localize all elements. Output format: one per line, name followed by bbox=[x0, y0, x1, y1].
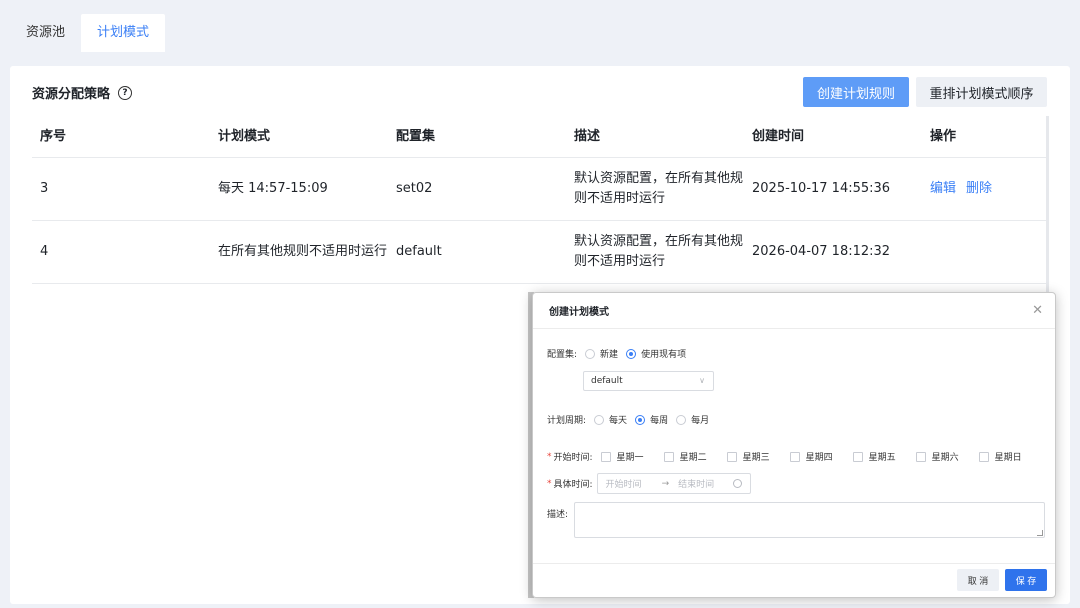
radio-monthly[interactable] bbox=[676, 414, 687, 425]
time-range-picker[interactable]: 开始时间 → 结束时间 bbox=[596, 473, 751, 494]
radio-existing-label[interactable]: 使用现有项 bbox=[641, 347, 686, 360]
arrow-right-icon: → bbox=[661, 478, 670, 489]
cell-config: default bbox=[396, 244, 442, 259]
dialog-title: 创建计划模式 bbox=[549, 307, 609, 318]
cell-desc: 默认资源配置，在所有其他规则不适用时运行 bbox=[574, 234, 744, 269]
weekday-label[interactable]: 星期二 bbox=[680, 450, 707, 463]
weekday-label[interactable]: 星期四 bbox=[806, 450, 833, 463]
required-mark: * bbox=[547, 451, 552, 462]
weekday-label[interactable]: 星期一 bbox=[617, 450, 644, 463]
header-actions: 操作 bbox=[930, 128, 957, 144]
checkbox-sat[interactable] bbox=[915, 451, 926, 462]
create-rule-button[interactable]: 创建计划规则 bbox=[803, 77, 909, 107]
start-day-row: * 开始时间: 星期一 星期二 星期三 星期四 星期五 星期六 星期日 bbox=[547, 450, 1022, 463]
card-title-text: 资源分配策略 bbox=[32, 87, 111, 102]
time-row: * 具体时间: 开始时间 → 结束时间 bbox=[547, 473, 751, 494]
cell-index: 4 bbox=[40, 244, 49, 259]
help-circle-icon[interactable]: ? bbox=[118, 85, 133, 100]
dialog-header: 创建计划模式 ✕ bbox=[533, 293, 1055, 329]
weekday-label[interactable]: 星期六 bbox=[932, 450, 959, 463]
tab-bar: 资源池 计划模式 bbox=[10, 14, 166, 52]
header-desc: 描述 bbox=[574, 128, 601, 144]
config-row: 配置集: 新建 使用现有项 bbox=[547, 347, 686, 360]
header-config: 配置集 bbox=[396, 128, 436, 144]
resize-handle-icon[interactable] bbox=[1037, 530, 1043, 536]
table-row: 4 在所有其他规则不适用时运行 default 默认资源配置，在所有其他规则不适… bbox=[32, 221, 1048, 284]
config-select-value: default bbox=[591, 376, 623, 386]
dialog-footer: 取 消 保 存 bbox=[533, 563, 1055, 598]
cell-config: set02 bbox=[396, 181, 433, 196]
checkbox-fri[interactable] bbox=[852, 451, 863, 462]
desc-textarea[interactable] bbox=[574, 502, 1045, 538]
time-end-placeholder: 结束时间 bbox=[678, 480, 715, 490]
checkbox-sun[interactable] bbox=[978, 451, 989, 462]
config-label: 配置集: bbox=[547, 350, 578, 360]
edit-link[interactable]: 编辑 bbox=[930, 181, 956, 196]
close-icon[interactable]: ✕ bbox=[1032, 303, 1043, 318]
period-row: 计划周期: 每天 每周 每月 bbox=[547, 413, 709, 426]
header-mode: 计划模式 bbox=[218, 128, 271, 144]
weekday-label[interactable]: 星期五 bbox=[869, 450, 896, 463]
radio-monthly-label[interactable]: 每月 bbox=[691, 413, 709, 426]
cell-created: 2025-10-17 14:55:36 bbox=[752, 181, 891, 196]
card-title: 资源分配策略 ? bbox=[32, 83, 133, 102]
config-select[interactable]: default ∨ bbox=[583, 371, 714, 391]
checkbox-tue[interactable] bbox=[663, 451, 674, 462]
period-label: 计划周期: bbox=[547, 416, 587, 426]
chevron-down-icon: ∨ bbox=[699, 376, 705, 385]
start-label: 开始时间: bbox=[553, 453, 593, 463]
cancel-button[interactable]: 取 消 bbox=[957, 569, 999, 591]
cell-index: 3 bbox=[40, 181, 49, 196]
checkbox-mon[interactable] bbox=[600, 451, 611, 462]
desc-row: 描述: bbox=[547, 507, 568, 520]
radio-daily-label[interactable]: 每天 bbox=[609, 413, 627, 426]
radio-new[interactable] bbox=[585, 348, 596, 359]
weekday-label[interactable]: 星期三 bbox=[743, 450, 770, 463]
table-row: 3 每天 14:57-15:09 set02 默认资源配置，在所有其他规则不适用… bbox=[32, 158, 1048, 221]
tab-plan-mode[interactable]: 计划模式 bbox=[81, 14, 166, 52]
time-label: 具体时间: bbox=[553, 480, 593, 490]
cell-desc: 默认资源配置，在所有其他规则不适用时运行 bbox=[574, 171, 744, 206]
time-start-placeholder: 开始时间 bbox=[605, 480, 642, 490]
delete-link[interactable]: 删除 bbox=[966, 181, 992, 196]
radio-existing[interactable] bbox=[626, 348, 637, 359]
table-header: 序号 计划模式 配置集 描述 创建时间 操作 bbox=[32, 116, 1048, 158]
radio-weekly[interactable] bbox=[635, 414, 646, 425]
desc-label: 描述: bbox=[547, 510, 569, 520]
cell-mode: 在所有其他规则不适用时运行 bbox=[218, 244, 388, 259]
weekday-label[interactable]: 星期日 bbox=[995, 450, 1022, 463]
plan-table: 序号 计划模式 配置集 描述 创建时间 操作 3 每天 14:57-15:09 … bbox=[32, 116, 1048, 284]
radio-daily[interactable] bbox=[594, 414, 605, 425]
cell-mode: 每天 14:57-15:09 bbox=[218, 181, 328, 196]
header-created: 创建时间 bbox=[752, 128, 805, 144]
cell-actions: 编辑 删除 bbox=[922, 179, 1048, 199]
required-mark: * bbox=[547, 478, 552, 489]
create-plan-dialog: 创建计划模式 ✕ 配置集: 新建 使用现有项 default ∨ 计划周期: 每… bbox=[532, 292, 1056, 598]
save-button[interactable]: 保 存 bbox=[1005, 569, 1047, 591]
tab-resource-pool[interactable]: 资源池 bbox=[10, 14, 82, 52]
clock-icon bbox=[732, 479, 742, 488]
reorder-button[interactable]: 重排计划模式顺序 bbox=[916, 77, 1047, 107]
checkbox-wed[interactable] bbox=[726, 451, 737, 462]
header-index: 序号 bbox=[40, 128, 67, 144]
checkbox-thu[interactable] bbox=[789, 451, 800, 462]
radio-new-label[interactable]: 新建 bbox=[600, 347, 618, 360]
cell-created: 2026-04-07 18:12:32 bbox=[752, 244, 891, 259]
radio-weekly-label[interactable]: 每周 bbox=[650, 413, 668, 426]
